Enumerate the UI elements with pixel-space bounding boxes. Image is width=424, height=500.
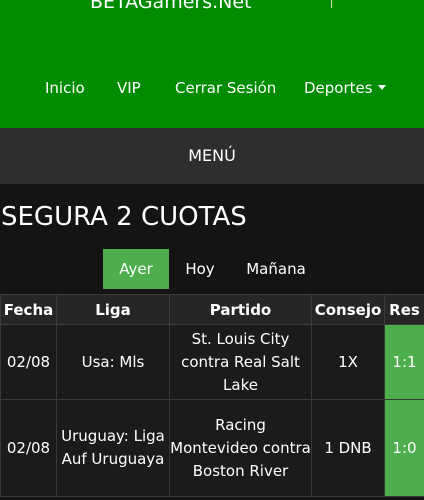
tab-manana[interactable]: Mañana xyxy=(232,249,320,289)
main-nav: Inicio VIP Cerrar Sesión Deportes xyxy=(0,78,424,98)
cell-res: 1:1 xyxy=(384,324,424,400)
nav-deportes-label: Deportes xyxy=(304,79,373,97)
cell-fecha: 02/08 xyxy=(0,399,57,497)
column-header-fecha: Fecha xyxy=(0,294,57,325)
tab-ayer[interactable]: Ayer xyxy=(103,249,169,289)
column-header-partido: Partido xyxy=(169,294,312,325)
cell-partido: Racing Montevideo contra Boston River xyxy=(169,399,312,497)
cell-liga: Uruguay: Liga Auf Uruguaya xyxy=(56,399,170,497)
header-divider xyxy=(331,0,332,8)
top-header: BETAGamers.Net Inicio VIP Cerrar Sesión … xyxy=(0,0,424,128)
cell-consejo: 1X xyxy=(311,324,385,400)
table-row: 02/08 Usa: Mls St. Louis City contra Rea… xyxy=(0,324,424,400)
cell-res: 1:0 xyxy=(384,399,424,497)
nav-vip-link[interactable]: VIP xyxy=(117,78,141,98)
nav-inicio-link[interactable]: Inicio xyxy=(45,78,85,98)
menu-toggle-button[interactable]: MENÚ xyxy=(0,146,424,166)
cell-partido: St. Louis City contra Real Salt Lake xyxy=(169,324,312,400)
day-tabs: Ayer Hoy Mañana xyxy=(0,249,424,289)
picks-table: Fecha Liga Partido Consejo Res 02/08 Usa… xyxy=(0,294,424,497)
table-row: 02/08 Uruguay: Liga Auf Uruguaya Racing … xyxy=(0,399,424,497)
page-title: SEGURA 2 CUOTAS xyxy=(1,202,247,232)
cell-liga: Usa: Mls xyxy=(56,324,170,400)
column-header-res: Res xyxy=(384,294,424,325)
nav-deportes-dropdown[interactable]: Deportes xyxy=(304,78,386,98)
nav-cerrar-sesion-link[interactable]: Cerrar Sesión xyxy=(175,78,276,98)
menu-bar: MENÚ xyxy=(0,128,424,184)
tab-hoy[interactable]: Hoy xyxy=(172,249,228,289)
table-header-row: Fecha Liga Partido Consejo Res xyxy=(0,294,424,325)
caret-down-icon xyxy=(377,85,386,90)
column-header-consejo: Consejo xyxy=(311,294,385,325)
cell-consejo: 1 DNB xyxy=(311,399,385,497)
cell-fecha: 02/08 xyxy=(0,324,57,400)
brand-logo-text[interactable]: BETAGamers.Net xyxy=(90,0,252,13)
column-header-liga: Liga xyxy=(56,294,170,325)
